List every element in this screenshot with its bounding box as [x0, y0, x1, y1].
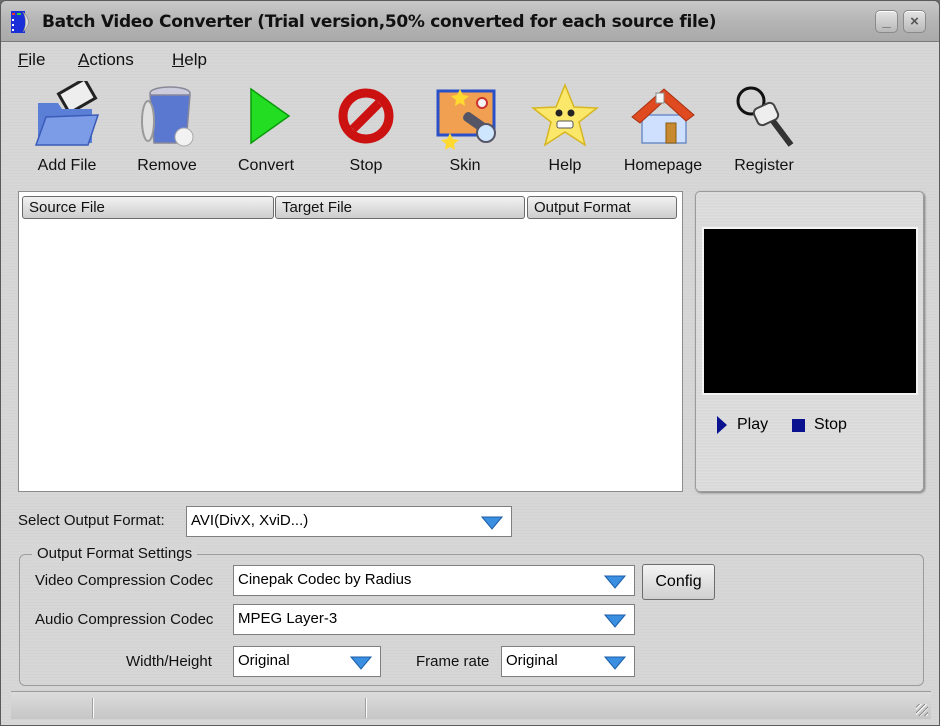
stop-button[interactable]: Stop — [318, 79, 414, 183]
column-target-file[interactable]: Target File — [275, 196, 525, 219]
dropdown-arrow-icon — [604, 612, 626, 628]
menu-actions[interactable]: Actions — [78, 50, 134, 70]
menu-bar: File Actions Help — [1, 46, 939, 74]
preview-play-button[interactable]: Play — [717, 416, 768, 434]
folder-film-icon — [32, 81, 102, 151]
status-separator — [365, 698, 367, 718]
help-label: Help — [549, 157, 582, 175]
key-icon — [729, 81, 799, 151]
skin-palette-icon — [430, 81, 500, 151]
menu-accel: A — [78, 50, 89, 69]
frame-rate-label: Frame rate — [416, 653, 489, 670]
status-bar — [11, 691, 931, 719]
close-icon: × — [910, 13, 919, 30]
add-file-button[interactable]: Add File — [19, 79, 115, 183]
stop-label: Stop — [350, 157, 383, 175]
recycle-bin-icon — [132, 81, 202, 151]
minimize-icon: _ — [882, 13, 890, 30]
width-height-label: Width/Height — [126, 653, 212, 670]
menu-label: elp — [184, 50, 207, 69]
homepage-button[interactable]: Homepage — [615, 79, 711, 183]
smiling-star-icon — [530, 81, 600, 151]
width-height-value: Original — [238, 652, 290, 669]
video-codec-value: Cinepak Codec by Radius — [238, 571, 411, 588]
video-codec-select[interactable]: Cinepak Codec by Radius — [233, 565, 635, 596]
status-separator — [92, 698, 94, 718]
output-format-select[interactable]: AVI(DivX, XviD...) — [186, 506, 512, 537]
audio-codec-label: Audio Compression Codec — [35, 611, 213, 628]
dropdown-arrow-icon — [604, 654, 626, 670]
preview-play-label: Play — [737, 416, 768, 434]
frame-rate-value: Original — [506, 652, 558, 669]
menu-help[interactable]: Help — [172, 50, 207, 70]
output-format-value: AVI(DivX, XviD...) — [191, 512, 308, 529]
convert-label: Convert — [238, 157, 294, 175]
homepage-label: Homepage — [624, 157, 702, 175]
toolbar: Add File Remove Convert Stop — [1, 79, 939, 185]
audio-codec-value: MPEG Layer-3 — [238, 610, 337, 627]
register-label: Register — [734, 157, 794, 175]
remove-button[interactable]: Remove — [119, 79, 215, 183]
close-button[interactable]: × — [903, 10, 926, 33]
preview-stop-button[interactable]: Stop — [792, 416, 847, 434]
window-title: Batch Video Converter (Trial version,50%… — [42, 12, 716, 32]
skin-button[interactable]: Skin — [417, 79, 513, 183]
dropdown-arrow-icon — [350, 654, 372, 670]
dropdown-arrow-icon — [604, 573, 626, 589]
menu-label: ctions — [89, 50, 133, 69]
help-button[interactable]: Help — [517, 79, 613, 183]
app-window: Batch Video Converter (Trial version,50%… — [0, 0, 940, 726]
frame-rate-select[interactable]: Original — [501, 646, 635, 677]
no-entry-icon — [331, 81, 401, 151]
video-codec-label: Video Compression Codec — [35, 572, 213, 589]
video-preview-screen — [702, 227, 918, 395]
register-button[interactable]: Register — [716, 79, 812, 183]
stop-square-icon — [792, 419, 805, 432]
convert-button[interactable]: Convert — [218, 79, 314, 183]
group-title: Output Format Settings — [32, 545, 197, 562]
column-output-format[interactable]: Output Format — [527, 196, 677, 219]
audio-codec-select[interactable]: MPEG Layer-3 — [233, 604, 635, 635]
width-height-select[interactable]: Original — [233, 646, 381, 677]
menu-file[interactable]: File — [18, 50, 45, 70]
dropdown-arrow-icon — [481, 514, 503, 530]
minimize-button[interactable]: _ — [875, 10, 898, 33]
menu-label: ile — [28, 50, 45, 69]
app-film-icon — [10, 10, 34, 34]
menu-accel: F — [18, 50, 28, 69]
remove-label: Remove — [137, 157, 197, 175]
add-file-label: Add File — [38, 157, 97, 175]
preview-panel: Play Stop — [695, 191, 924, 492]
play-triangle-icon — [231, 81, 301, 151]
resize-grip[interactable] — [916, 704, 928, 716]
preview-stop-label: Stop — [814, 416, 847, 434]
menu-accel: H — [172, 50, 184, 69]
select-output-format-label: Select Output Format: — [18, 512, 165, 529]
play-icon — [717, 416, 727, 434]
file-list[interactable]: Source File Target File Output Format — [18, 191, 683, 492]
skin-label: Skin — [449, 157, 480, 175]
house-icon — [628, 81, 698, 151]
config-button[interactable]: Config — [642, 564, 715, 600]
title-bar: Batch Video Converter (Trial version,50%… — [1, 1, 939, 42]
column-source-file[interactable]: Source File — [22, 196, 274, 219]
